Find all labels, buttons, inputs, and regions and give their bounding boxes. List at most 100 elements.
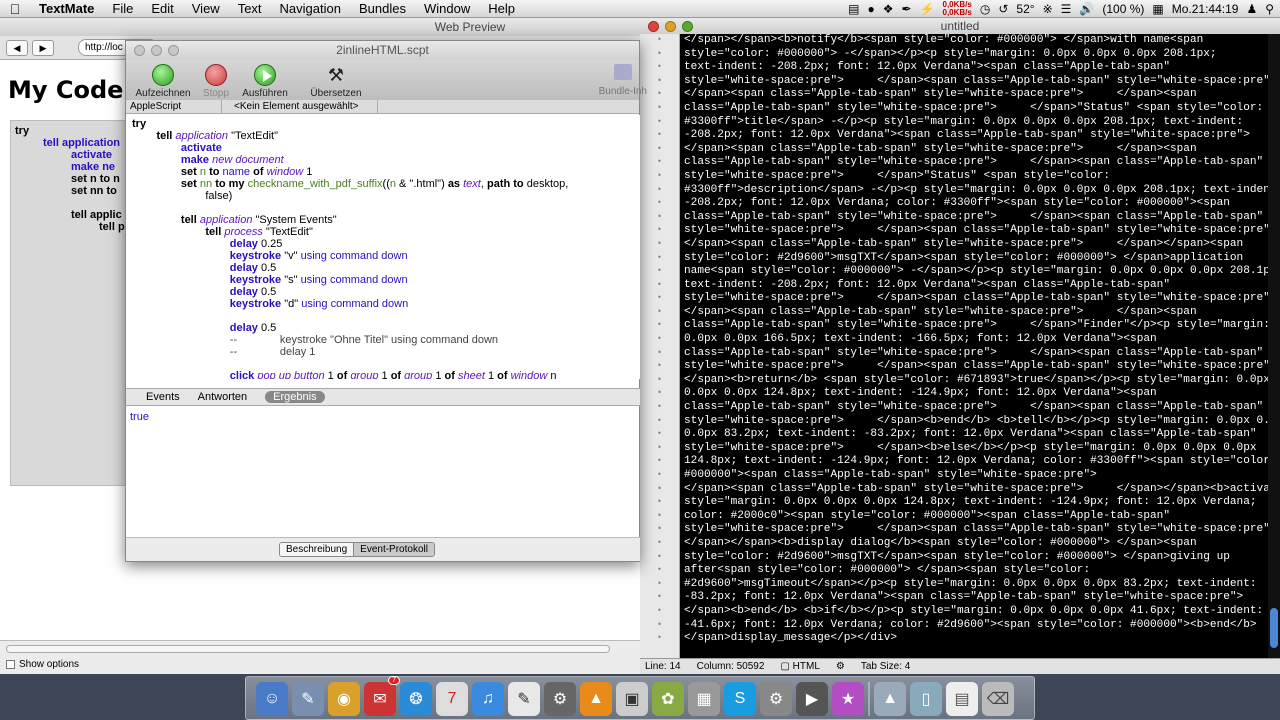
vlc-icon[interactable]: ▲: [580, 682, 612, 716]
zoom-button[interactable]: [168, 45, 179, 56]
source-line[interactable]: -41.6px; font: 12.0px Verdana; color: #2…: [684, 619, 1272, 633]
apple-icon[interactable]: : [0, 1, 30, 17]
ical-icon[interactable]: 7: [436, 682, 468, 716]
menu-text[interactable]: Text: [229, 1, 271, 16]
source-line[interactable]: -208.2px; font: 12.0px Verdana"><span cl…: [684, 129, 1272, 143]
record-button[interactable]: Aufzeichnen: [132, 64, 194, 99]
wifi-icon[interactable]: ☰: [1061, 2, 1072, 16]
element-popup[interactable]: <Kein Element ausgewählt>: [222, 100, 378, 113]
bluetooth-icon[interactable]: ※: [1043, 2, 1053, 16]
source-line[interactable]: style="white-space:pre"> </span>"Status"…: [684, 170, 1272, 184]
source-line[interactable]: class="Apple-tab-span" style="white-spac…: [684, 156, 1272, 170]
line-gutter[interactable]: • • • • • • • • • • • • • • • • • • • • • • • • • • • • • • • • • • • • • • • •…: [640, 34, 680, 658]
source-line[interactable]: #000000"><span class="Apple-tab-span" st…: [684, 469, 1272, 483]
system-preferences-icon[interactable]: ⚙: [760, 682, 792, 716]
source-line[interactable]: 0.0px 0.0px 166.5px; text-indent: -166.5…: [684, 333, 1272, 347]
source-line[interactable]: after<span style="color: #000000"> </spa…: [684, 564, 1272, 578]
chrome-icon[interactable]: ◉: [328, 682, 360, 716]
menu-navigation[interactable]: Navigation: [271, 1, 350, 16]
finder-icon[interactable]: ☺: [256, 682, 288, 716]
dropbox-icon[interactable]: ❖: [883, 2, 894, 16]
menu-help[interactable]: Help: [479, 1, 524, 16]
vertical-scrollbar[interactable]: [1268, 34, 1280, 658]
source-line[interactable]: 124.8px; text-indent: -124.9px; font: 12…: [684, 455, 1272, 469]
menu-textmate[interactable]: TextMate: [30, 1, 103, 16]
run-button[interactable]: Ausführen: [238, 64, 292, 99]
description-button[interactable]: Beschreibung: [280, 543, 354, 556]
volume-icon[interactable]: 🔊: [1079, 2, 1094, 16]
scroll-thumb[interactable]: [1270, 608, 1278, 648]
document-icon[interactable]: ▤: [946, 682, 978, 716]
textmate-icon[interactable]: ✎: [292, 682, 324, 716]
user-icon[interactable]: ♟: [1246, 2, 1257, 16]
source-line[interactable]: </span><span class="Apple-tab-span" styl…: [684, 88, 1272, 102]
back-button[interactable]: ◀: [6, 39, 28, 56]
menu-window[interactable]: Window: [415, 1, 479, 16]
source-line[interactable]: </span></span><b>notify</b><span style="…: [684, 34, 1272, 48]
source-line[interactable]: 0.0px 83.2px; text-indent: -83.2px; font…: [684, 428, 1272, 442]
source-line[interactable]: -83.2px; font: 12.0px Verdana"><span cla…: [684, 591, 1272, 605]
source-line[interactable]: text-indent: -208.2px; font: 12.0px Verd…: [684, 61, 1272, 75]
safari-icon[interactable]: ❂: [400, 682, 432, 716]
bundle-contents-button[interactable]: Bundle-Inh: [599, 64, 647, 97]
language-popup[interactable]: ▢ HTML: [780, 661, 819, 672]
tab-replies[interactable]: Antworten: [198, 391, 248, 403]
photo-icon[interactable]: ▦: [688, 682, 720, 716]
skype-icon[interactable]: S: [724, 682, 756, 716]
menu-file[interactable]: File: [103, 1, 142, 16]
source-line[interactable]: </span><span class="Apple-tab-span" styl…: [684, 143, 1272, 157]
source-line[interactable]: class="Apple-tab-span" style="white-spac…: [684, 211, 1272, 225]
display-icon[interactable]: ▤: [848, 2, 859, 16]
script-code-area[interactable]: try tell application "TextEdit" activate…: [126, 115, 640, 379]
close-button[interactable]: [134, 45, 145, 56]
source-line[interactable]: class="Apple-tab-span" style="white-spac…: [684, 347, 1272, 361]
script-editor-icon[interactable]: ✎: [508, 682, 540, 716]
source-line[interactable]: text-indent: -208.2px; font: 12.0px Verd…: [684, 279, 1272, 293]
source-line[interactable]: style="white-space:pre"> </span><span cl…: [684, 292, 1272, 306]
source-line[interactable]: #3300ff">title</span> -</p><p style="mar…: [684, 116, 1272, 130]
minimize-button[interactable]: [151, 45, 162, 56]
source-line[interactable]: style="margin: 0.0px 0.0px 0.0px 124.8px…: [684, 496, 1272, 510]
source-line[interactable]: color: #2000c0"><span style="color: #000…: [684, 510, 1272, 524]
source-line[interactable]: style="color: #000000"> -</span></p><p s…: [684, 48, 1272, 62]
source-line[interactable]: </span><b>return</b> <span style="color:…: [684, 374, 1272, 388]
source-line[interactable]: style="white-space:pre"> </span><span cl…: [684, 360, 1272, 374]
source-line[interactable]: style="white-space:pre"> </span><span cl…: [684, 224, 1272, 238]
html-source-editor[interactable]: </span></span><b>notify</b><span style="…: [682, 34, 1272, 658]
script-icon[interactable]: ✒: [901, 2, 911, 16]
horizontal-scrollbar[interactable]: [6, 645, 610, 653]
show-options[interactable]: Show options: [6, 659, 79, 670]
zoom-button[interactable]: [682, 21, 693, 32]
minimize-button[interactable]: [665, 21, 676, 32]
spotlight-icon[interactable]: ⚲: [1265, 2, 1274, 16]
itunes-icon[interactable]: ♫: [472, 682, 504, 716]
sync-icon[interactable]: ↺: [998, 2, 1008, 16]
source-line[interactable]: #3300ff">description</span> -</p><p styl…: [684, 184, 1272, 198]
applications-folder-icon[interactable]: ▲: [874, 682, 906, 716]
menu-view[interactable]: View: [183, 1, 229, 16]
preview-icon[interactable]: ▣: [616, 682, 648, 716]
time-machine-icon[interactable]: ●: [867, 2, 874, 16]
source-line[interactable]: </span>display_message</p></div>: [684, 632, 1272, 646]
tab-events[interactable]: Events: [146, 391, 180, 403]
movie-icon[interactable]: ▶: [796, 682, 828, 716]
show-options-checkbox[interactable]: [6, 660, 15, 669]
app-icon[interactable]: ★: [832, 682, 864, 716]
clock-label[interactable]: Mo.21:44:19: [1172, 2, 1239, 16]
lightning-icon[interactable]: ⚡: [920, 2, 935, 16]
source-line[interactable]: </span><span class="Apple-tab-span" styl…: [684, 238, 1272, 252]
source-line[interactable]: style="white-space:pre"> </span><span cl…: [684, 523, 1272, 537]
source-line[interactable]: class="Apple-tab-span" style="white-spac…: [684, 319, 1272, 333]
menu-edit[interactable]: Edit: [142, 1, 182, 16]
tab-size-popup[interactable]: Tab Size: 4: [861, 661, 910, 672]
source-line[interactable]: style="color: #2d9600">msgTXT</span><spa…: [684, 551, 1272, 565]
source-line[interactable]: </span><b>end</b> <b>if</b></p><p style=…: [684, 605, 1272, 619]
forward-button[interactable]: ▶: [32, 39, 54, 56]
source-line[interactable]: </span><span class="Apple-tab-span" styl…: [684, 483, 1272, 497]
source-line[interactable]: style="color: #2d9600">msgTXT</span><spa…: [684, 252, 1272, 266]
close-button[interactable]: [648, 21, 659, 32]
battery-label[interactable]: (100 %): [1102, 2, 1144, 16]
source-line[interactable]: class="Apple-tab-span" style="white-spac…: [684, 401, 1272, 415]
source-line[interactable]: class="Apple-tab-span" style="white-spac…: [684, 102, 1272, 116]
gear-icon[interactable]: ⚙: [836, 661, 845, 672]
